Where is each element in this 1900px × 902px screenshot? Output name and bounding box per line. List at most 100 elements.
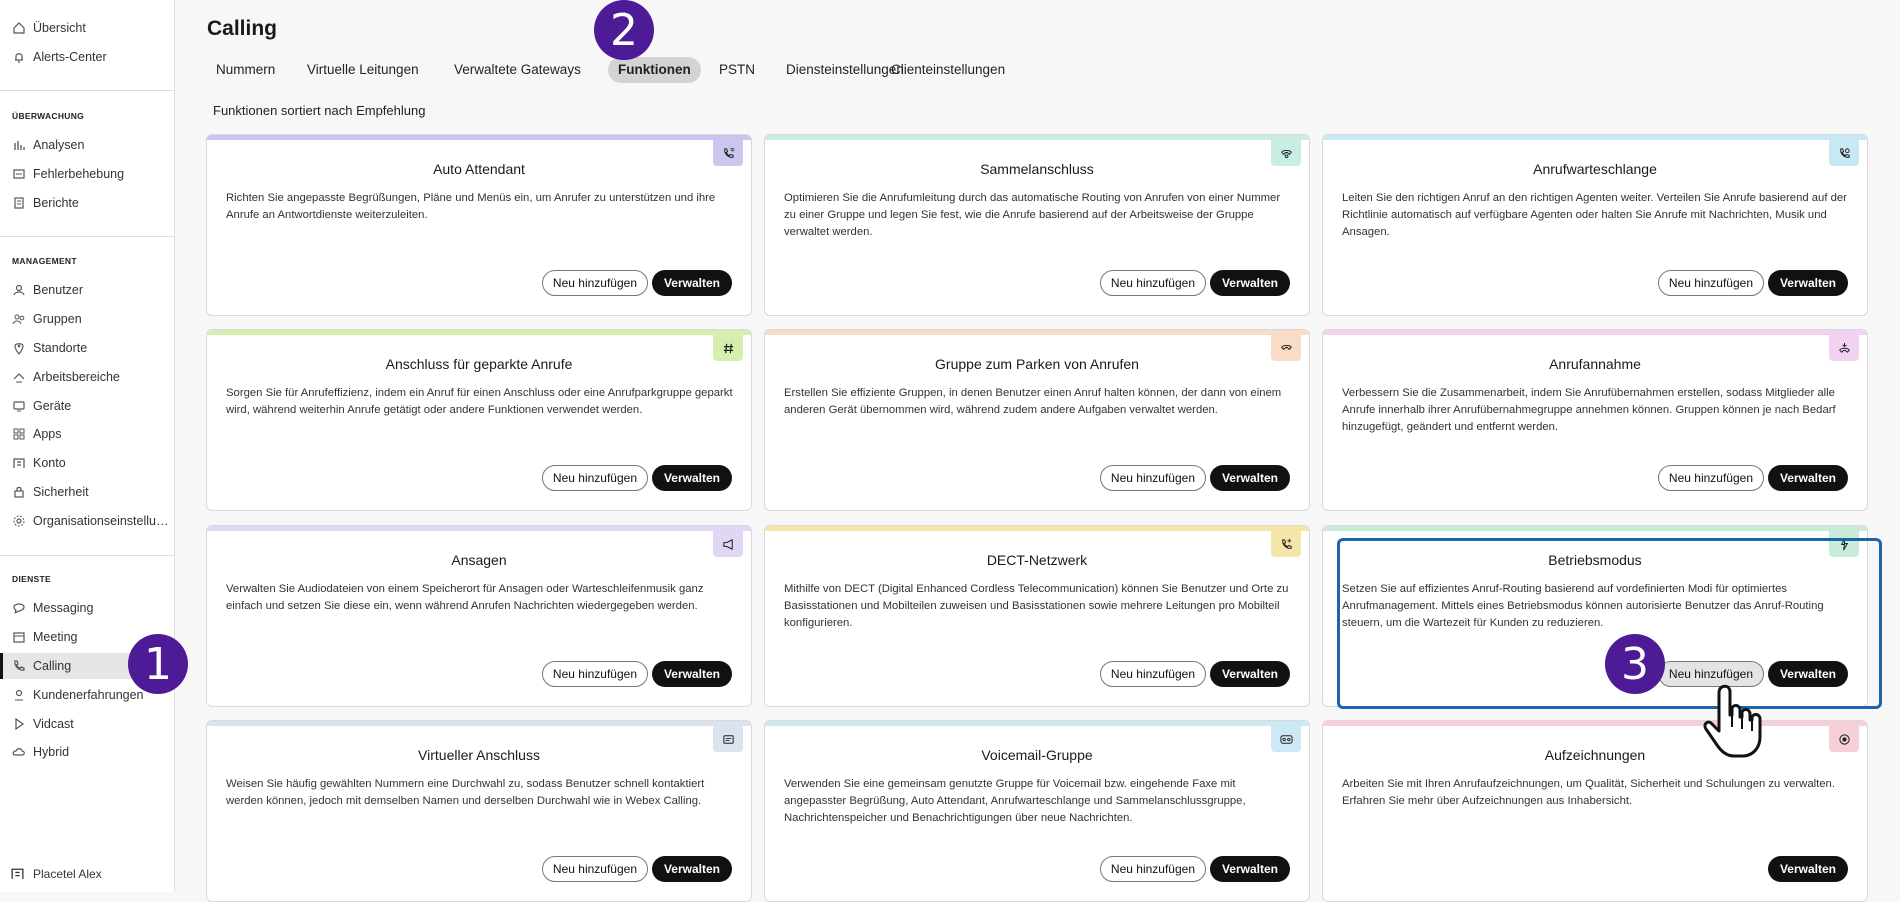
gear-icon <box>12 514 26 528</box>
section-subheading: Funktionen sortiert nach Empfehlung <box>213 103 426 118</box>
location-icon <box>12 341 26 355</box>
sidebar-item-benutzer[interactable]: Benutzer <box>0 277 174 303</box>
card-auto-attendant: Auto Attendant Richten Sie angepasste Beg… <box>206 134 752 316</box>
sidebar-item-label: Geräte <box>33 399 72 413</box>
sidebar-item-label: Alerts-Center <box>33 50 107 64</box>
sidebar-item-gruppen[interactable]: Gruppen <box>0 306 174 332</box>
sidebar-item-label: Meeting <box>33 630 78 644</box>
sidebar-item-vidcast[interactable]: Vidcast <box>0 711 174 737</box>
sidebar: Übersicht Alerts-Center ÜBERWACHUNG Analyse… <box>0 0 175 892</box>
add-new-button[interactable]: Neu hinzufügen <box>1099 270 1206 296</box>
tab-virtuelle-leitungen[interactable]: Virtuelle Leitungen <box>297 57 429 83</box>
manage-button[interactable]: Verwalten <box>1209 661 1290 687</box>
home-icon <box>12 21 26 35</box>
sidebar-divider <box>0 555 175 556</box>
step-marker-3: 3 <box>1605 634 1665 694</box>
manage-button[interactable]: Verwalten <box>651 856 732 882</box>
sidebar-item-label: Sicherheit <box>33 485 89 499</box>
card-accent-bar <box>1323 526 1867 531</box>
add-new-button[interactable]: Neu hinzufügen <box>541 465 648 491</box>
card-anrufwarteschlange: Anrufwarteschlange Leiten Sie den richtig… <box>1322 134 1868 316</box>
cloud-icon <box>12 745 26 759</box>
card-voicemail-gruppe: Voicemail-Gruppe Verwenden Sie eine gemei… <box>764 720 1310 902</box>
card-description: Verwalten Sie Audiodateien von einem Spe… <box>226 583 704 612</box>
sidebar-item-berichte[interactable]: Berichte <box>0 190 174 216</box>
card-accent-bar <box>1323 135 1867 140</box>
add-new-button[interactable]: Neu hinzufügen <box>1099 661 1206 687</box>
card-accent-bar <box>1323 721 1867 726</box>
add-new-button[interactable]: Neu hinzufügen <box>541 856 648 882</box>
add-new-button[interactable]: Neu hinzufügen <box>1099 856 1206 882</box>
sidebar-section-heading: ÜBERWACHUNG <box>12 111 85 121</box>
manage-button[interactable]: Verwalten <box>1209 465 1290 491</box>
manage-button[interactable]: Verwalten <box>1767 270 1848 296</box>
card-description: Sorgen Sie für Anrufeffizienz, indem ein… <box>226 387 733 416</box>
sidebar-item-arbeitsbereiche[interactable]: Arbeitsbereiche <box>0 364 174 390</box>
card-aufzeichnungen: Aufzeichnungen Arbeiten Sie mit Ihren Anr… <box>1322 720 1868 902</box>
add-new-button[interactable]: Neu hinzufügen <box>541 661 648 687</box>
account-icon <box>12 456 26 470</box>
card-accent-bar <box>207 721 751 726</box>
card-title: Gruppe zum Parken von Anrufen <box>935 356 1139 372</box>
footer-org[interactable]: Placetel Alex <box>10 866 102 881</box>
manage-button[interactable]: Verwalten <box>1209 270 1290 296</box>
sidebar-item-standorte[interactable]: Standorte <box>0 335 174 361</box>
manage-button[interactable]: Verwalten <box>651 465 732 491</box>
card-anschluss-für-geparkte-anrufe: Anschluss für geparkte Anrufe Sorgen Sie … <box>206 329 752 511</box>
sidebar-item-label: Benutzer <box>33 283 84 297</box>
calendar-icon <box>12 630 26 644</box>
card-accent-bar <box>207 526 751 531</box>
sidebar-item-label: Übersicht <box>33 21 86 35</box>
sidebar-item-label: Apps <box>33 427 62 441</box>
sidebar-item-organisationseinstellungen[interactable]: Organisationseinstellungen <box>0 508 174 534</box>
sidebar-item-apps[interactable]: Apps <box>0 421 174 447</box>
sidebar-item-label: Vidcast <box>33 717 74 731</box>
tab-nummern[interactable]: Nummern <box>206 57 285 83</box>
device-icon <box>12 399 26 413</box>
sidebar-item-konto[interactable]: Konto <box>0 450 174 476</box>
card-title: Aufzeichnungen <box>1544 747 1646 763</box>
tab-funktionen[interactable]: Funktionen <box>608 57 701 83</box>
sidebar-section-heading: MANAGEMENT <box>12 256 77 266</box>
add-new-button[interactable]: Neu hinzufügen <box>1099 465 1206 491</box>
tab-clienteinstellungen[interactable]: Clienteinstellungen <box>881 57 1015 83</box>
manage-button[interactable]: Verwalten <box>1767 856 1848 882</box>
workspace-icon <box>12 370 26 384</box>
sidebar-item-bell[interactable]: Alerts-Center <box>0 44 174 70</box>
sidebar-item-hybrid[interactable]: Hybrid <box>0 739 174 765</box>
manage-button[interactable]: Verwalten <box>651 661 732 687</box>
sidebar-item-messaging[interactable]: Messaging <box>0 595 174 621</box>
add-new-button[interactable]: Neu hinzufügen <box>1657 270 1764 296</box>
sidebar-item-home[interactable]: Übersicht <box>0 15 174 41</box>
sidebar-item-analysen[interactable]: Analysen <box>0 132 174 158</box>
sidebar-divider <box>0 90 175 91</box>
sidebar-item-geräte[interactable]: Geräte <box>0 393 174 419</box>
card-gruppe-zum-parken-von-anrufen: Gruppe zum Parken von Anrufen Erstellen S… <box>764 329 1310 511</box>
manage-button[interactable]: Verwalten <box>1767 465 1848 491</box>
card-description: Erstellen Sie effiziente Gruppen, in den… <box>784 387 1282 416</box>
add-new-button[interactable]: Neu hinzufügen <box>541 270 648 296</box>
manage-button[interactable]: Verwalten <box>1209 856 1290 882</box>
tab-verwaltete-gateways[interactable]: Verwaltete Gateways <box>444 57 591 83</box>
apps-icon <box>12 427 26 441</box>
card-description: Optimieren Sie die Anrufumleitung durch … <box>784 192 1281 238</box>
sidebar-item-label: Messaging <box>33 601 94 615</box>
tab-pstn[interactable]: PSTN <box>709 57 765 83</box>
manage-button[interactable]: Verwalten <box>651 270 732 296</box>
sidebar-item-label: Standorte <box>33 341 88 355</box>
troubleshoot-icon <box>12 167 26 181</box>
card-title: Auto Attendant <box>433 161 525 177</box>
add-new-button[interactable]: Neu hinzufügen <box>1657 465 1764 491</box>
group-icon <box>12 312 26 326</box>
sidebar-item-label: Calling <box>33 659 72 673</box>
card-title: Anschluss für geparkte Anrufe <box>385 356 573 372</box>
phone-icon <box>12 659 26 673</box>
sidebar-item-sicherheit[interactable]: Sicherheit <box>0 479 174 505</box>
card-dect-netzwerk: DECT-Netzwerk Mithilfe von DECT (Digital … <box>764 525 1310 707</box>
sidebar-item-fehlerbehebung[interactable]: Fehlerbehebung <box>0 161 174 187</box>
sidebar-item-label: Gruppen <box>33 312 82 326</box>
main-content: Calling Nummern Virtuelle Leitungen Verwal… <box>175 0 1900 902</box>
card-description: Mithilfe von DECT (Digital Enhanced Cord… <box>784 583 1289 629</box>
sidebar-item-label: Analysen <box>33 138 85 152</box>
sidebar-item-label: Berichte <box>33 196 79 210</box>
